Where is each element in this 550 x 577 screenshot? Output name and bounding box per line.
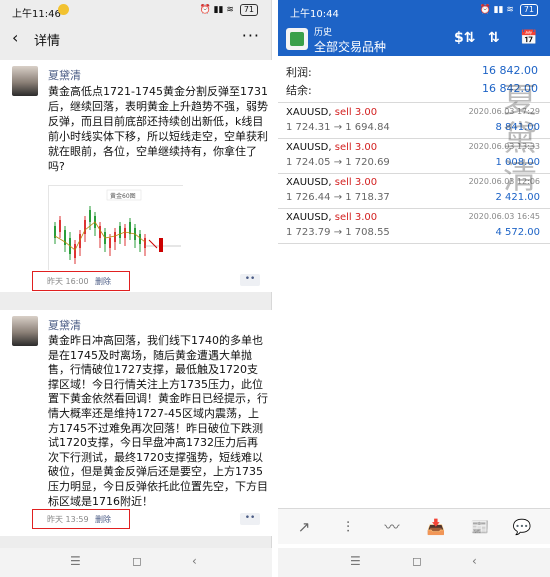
post-meta-highlight: 昨天 13:59 删除 bbox=[32, 509, 130, 529]
trade-side: sell 3.00 bbox=[334, 142, 378, 153]
signal-icon: ▮▮ bbox=[493, 5, 504, 15]
trade-prices: 1 724.05 → 1 720.69 bbox=[286, 157, 390, 168]
calendar-icon[interactable]: 📅 bbox=[520, 30, 537, 46]
trade-symbol: XAUUSD, sell 3.00 bbox=[286, 107, 378, 118]
chart-caption: 黄金60图 bbox=[110, 192, 136, 200]
candlestick-chart: 黄金60图 bbox=[49, 186, 184, 271]
status-icons: ⏰ ▮▮ ≋ 71 bbox=[200, 4, 258, 16]
trade-profit: 8 841.00 bbox=[495, 122, 540, 133]
balance-row: 结余: 16 842.00 bbox=[278, 80, 550, 98]
trade-prices: 1 723.79 → 1 708.55 bbox=[286, 227, 390, 238]
symbol-filter[interactable]: 全部交易品种 bbox=[314, 38, 386, 55]
post-text: 黄金昨日冲高回落，我们线下1740的多单也是在1745及时离场，随后黄金遭遇大单… bbox=[48, 334, 268, 508]
chart-tab-icon[interactable]: ⫶ bbox=[336, 515, 360, 539]
trade-symbol: XAUUSD, sell 3.00 bbox=[286, 177, 378, 188]
back-nav-icon[interactable]: ‹ bbox=[472, 554, 477, 568]
trade-row[interactable]: XAUUSD, sell 3.00 1 724.05 → 1 720.69 20… bbox=[278, 139, 550, 174]
header-bar: ‹ 详情 ··· bbox=[0, 22, 272, 56]
moment-post: 夏黛清 黄金昨日冲高回落，我们线下1740的多单也是在1745及时离场，随后黄金… bbox=[0, 310, 272, 536]
wifi-icon: ≋ bbox=[226, 5, 234, 15]
post-text: 黄金高低点1721-1745黄金分割反弹至1731后，继续回落，表明黄金上升趋势… bbox=[48, 85, 268, 173]
home-nav-icon[interactable]: ◻ bbox=[132, 554, 142, 568]
system-nav-bar: ☰ ◻ ‹ bbox=[0, 548, 272, 577]
app-toolbar: 历史 全部交易品种 $⇅ ⇅ 📅 bbox=[278, 22, 550, 56]
system-nav-bar: ☰ ◻ ‹ bbox=[278, 548, 550, 577]
trade-side: sell 3.00 bbox=[334, 107, 378, 118]
balance-label: 结余: bbox=[286, 84, 312, 97]
post-username[interactable]: 夏黛清 bbox=[48, 67, 81, 83]
trade-row[interactable]: XAUUSD, sell 3.00 1 726.44 → 1 718.37 20… bbox=[278, 174, 550, 209]
divider bbox=[278, 102, 550, 103]
back-nav-icon[interactable]: ‹ bbox=[192, 554, 197, 568]
profit-row: 利润: 16 842.00 bbox=[278, 62, 550, 80]
more-options-icon[interactable]: ··· bbox=[242, 26, 260, 45]
trade-date: 2020.06.03 16:45 bbox=[468, 212, 540, 221]
app-logo-icon[interactable] bbox=[286, 28, 308, 50]
post-time: 昨天 16:00 bbox=[47, 277, 89, 286]
profit-value: 16 842.00 bbox=[482, 64, 538, 77]
post-username[interactable]: 夏黛清 bbox=[48, 317, 81, 333]
trade-date: 2020.06.03 12:06 bbox=[468, 177, 540, 186]
trade-prices: 1 724.31 → 1 694.84 bbox=[286, 122, 390, 133]
status-bar: 上午11:46 ⏰ ▮▮ ≋ 71 bbox=[0, 0, 272, 22]
left-phone-screen: 上午11:46 ⏰ ▮▮ ≋ 71 ‹ 详情 ··· 夏黛清 黄金高低点1721… bbox=[0, 0, 272, 577]
back-icon[interactable]: ‹ bbox=[12, 28, 18, 47]
trade-symbol: XAUUSD, sell 3.00 bbox=[286, 142, 378, 153]
currency-sort-icon[interactable]: $⇅ bbox=[454, 30, 475, 46]
history-tab-icon[interactable]: 📥 bbox=[424, 515, 448, 539]
post-chart-image[interactable]: 黄金60图 bbox=[48, 185, 184, 271]
trade-profit: 2 421.00 bbox=[495, 192, 540, 203]
page-title: 详情 bbox=[34, 34, 61, 49]
bottom-tab-bar: ↗ ⫶ 〰 📥 📰 💬 bbox=[278, 508, 550, 544]
delete-link[interactable]: 删除 bbox=[95, 276, 111, 287]
sort-icon[interactable]: ⇅ bbox=[488, 30, 500, 46]
trade-row[interactable]: XAUUSD, sell 3.00 1 723.79 → 1 708.55 20… bbox=[278, 209, 550, 244]
moment-post: 夏黛清 黄金高低点1721-1745黄金分割反弹至1731后，继续回落，表明黄金… bbox=[0, 60, 272, 292]
alarm-icon: ⏰ bbox=[479, 5, 491, 15]
trade-prices: 1 726.44 → 1 718.37 bbox=[286, 192, 390, 203]
menu-nav-icon[interactable]: ☰ bbox=[350, 554, 361, 568]
signal-icon: ▮▮ bbox=[213, 5, 224, 15]
comment-like-button[interactable]: •• bbox=[240, 274, 260, 286]
home-nav-icon[interactable]: ◻ bbox=[412, 554, 422, 568]
menu-nav-icon[interactable]: ☰ bbox=[70, 554, 81, 568]
battery-icon: 71 bbox=[519, 4, 538, 16]
wifi-icon: ≋ bbox=[506, 5, 514, 15]
trade-date: 2020.06.03 13:33 bbox=[468, 142, 540, 151]
toolbar-subtitle: 历史 bbox=[314, 28, 333, 38]
red-marker bbox=[159, 238, 163, 252]
quotes-tab-icon[interactable]: ↗ bbox=[292, 515, 316, 539]
trade-side: sell 3.00 bbox=[334, 212, 378, 223]
trade-symbol: XAUUSD, sell 3.00 bbox=[286, 212, 378, 223]
trade-profit: 1 008.00 bbox=[495, 157, 540, 168]
messages-tab-icon[interactable]: 💬 bbox=[510, 515, 534, 539]
status-time: 上午11:46 bbox=[12, 9, 61, 20]
status-time: 上午10:44 bbox=[290, 9, 339, 20]
trade-profit: 4 572.00 bbox=[495, 227, 540, 238]
post-meta-highlight: 昨天 16:00 删除 bbox=[32, 271, 130, 291]
trade-row[interactable]: XAUUSD, sell 3.00 1 724.31 → 1 694.84 20… bbox=[278, 104, 550, 139]
delete-link[interactable]: 删除 bbox=[95, 514, 111, 525]
balance-value: 16 842.00 bbox=[482, 82, 538, 95]
status-bar: 上午10:44 ⏰ ▮▮ ≋ 71 bbox=[278, 0, 550, 22]
avatar[interactable] bbox=[12, 66, 38, 96]
comment-like-button[interactable]: •• bbox=[240, 513, 260, 525]
trade-date: 2020.06.03 17:29 bbox=[468, 107, 540, 116]
news-tab-icon[interactable]: 📰 bbox=[468, 515, 492, 539]
trade-side: sell 3.00 bbox=[334, 177, 378, 188]
battery-icon: 71 bbox=[239, 4, 258, 16]
trade-tab-icon[interactable]: 〰 bbox=[380, 515, 404, 539]
alarm-icon: ⏰ bbox=[199, 5, 211, 15]
emoji-icon bbox=[58, 4, 69, 15]
right-phone-screen: 上午10:44 ⏰ ▮▮ ≋ 71 历史 全部交易品种 $⇅ ⇅ 📅 利润: 1… bbox=[278, 0, 550, 577]
post-time: 昨天 13:59 bbox=[47, 515, 89, 524]
status-icons: ⏰ ▮▮ ≋ 71 bbox=[480, 4, 538, 16]
avatar[interactable] bbox=[12, 316, 38, 346]
profit-label: 利润: bbox=[286, 66, 312, 79]
